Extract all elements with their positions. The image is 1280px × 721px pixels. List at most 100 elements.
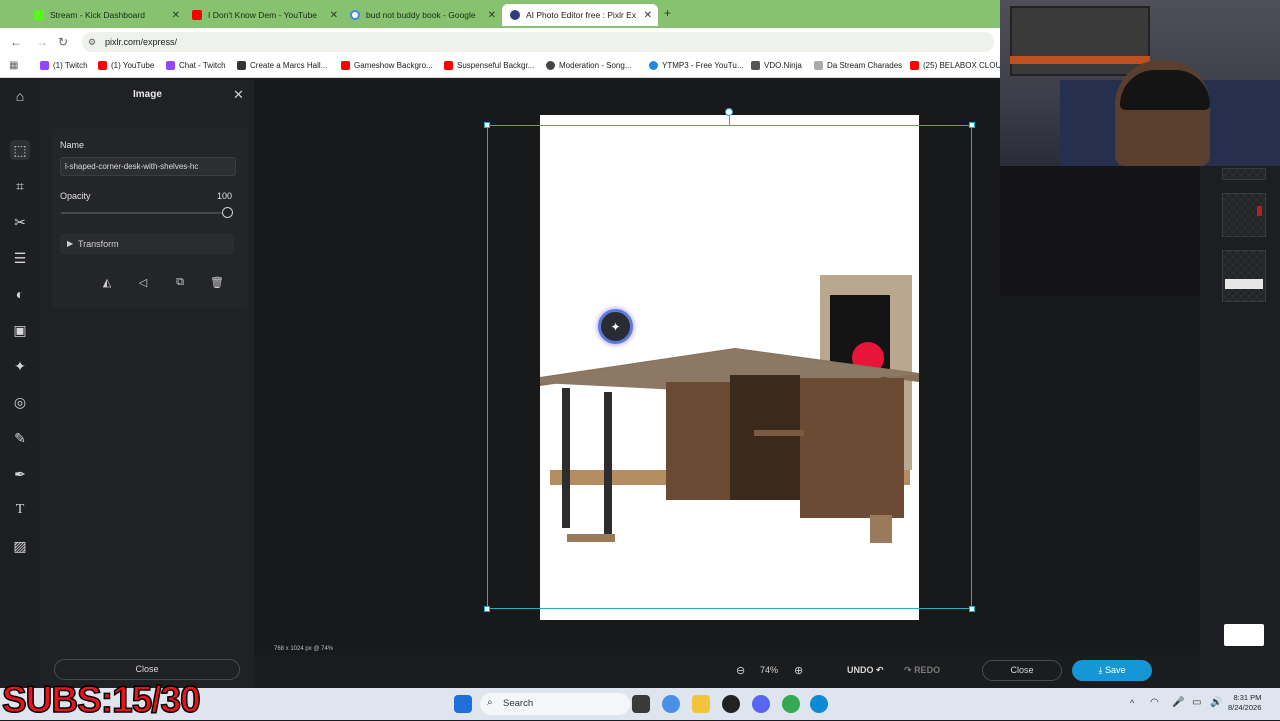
obs-icon[interactable] bbox=[722, 695, 740, 713]
ai-tool-icon[interactable]: ✦ bbox=[10, 356, 30, 376]
bookmark-vdo-ninja[interactable]: VDO.Ninja bbox=[751, 61, 802, 70]
zoom-in-icon[interactable]: ⊕ bbox=[794, 664, 803, 677]
close-icon[interactable]: ✕ bbox=[233, 87, 244, 103]
monitor-icon[interactable]: ▭ bbox=[1192, 697, 1201, 708]
bookmark-youtube[interactable]: (1) YouTube bbox=[98, 61, 154, 70]
tab-pixlr[interactable]: AI Photo Editor free : Pixlr Expr ✕ bbox=[502, 4, 658, 26]
adjust-tool-icon[interactable]: ☰ bbox=[10, 248, 30, 268]
redo-button[interactable]: ↷ REDO bbox=[904, 665, 940, 676]
selection-box[interactable] bbox=[487, 125, 972, 609]
bookmark-twitch[interactable]: (1) Twitch bbox=[40, 61, 88, 70]
background-layer-thumbnail[interactable] bbox=[1224, 624, 1264, 646]
layer-thumbnail[interactable] bbox=[1222, 168, 1266, 180]
overlay-shadow bbox=[1000, 166, 1200, 296]
bookmark-chat-twitch[interactable]: Chat - Twitch bbox=[166, 61, 226, 70]
search-icon: ⌕ bbox=[487, 697, 493, 708]
google-icon bbox=[350, 10, 360, 20]
start-icon[interactable] bbox=[454, 695, 472, 713]
undo-button[interactable]: UNDO ↶ bbox=[847, 665, 884, 676]
ai-sparkle-button[interactable]: ✦ bbox=[598, 309, 633, 344]
site-info-icon[interactable]: ⚙ bbox=[88, 37, 96, 48]
close-tab-icon[interactable]: ✕ bbox=[644, 10, 652, 21]
liquify-tool-icon[interactable]: ◎ bbox=[10, 392, 30, 412]
volume-icon[interactable]: 🔊 bbox=[1210, 697, 1222, 708]
layer-thumbnail[interactable] bbox=[1222, 250, 1266, 302]
youtube-icon bbox=[192, 10, 202, 20]
chrome-icon[interactable] bbox=[782, 695, 800, 713]
filter-tool-icon[interactable]: ◐ bbox=[10, 284, 30, 304]
resize-handle[interactable] bbox=[969, 606, 975, 612]
rotate-handle[interactable] bbox=[725, 108, 733, 116]
bookmark-icon bbox=[237, 61, 246, 70]
bookmark-marcs-hall[interactable]: Create a Marcs Hall... bbox=[237, 61, 327, 70]
apps-grid-icon[interactable]: ▦ bbox=[9, 60, 18, 71]
new-tab-button[interactable]: + bbox=[664, 6, 671, 20]
twitch-icon bbox=[40, 61, 49, 70]
discord-icon[interactable] bbox=[752, 695, 770, 713]
file-explorer-icon[interactable] bbox=[692, 695, 710, 713]
transform-section[interactable]: Transform bbox=[60, 234, 234, 254]
close-tab-icon[interactable]: ✕ bbox=[172, 10, 180, 21]
home-icon[interactable]: ⌂ bbox=[10, 86, 30, 106]
resize-handle[interactable] bbox=[484, 122, 490, 128]
bookmark-suspenseful[interactable]: Suspenseful Backgr... bbox=[444, 61, 534, 70]
crop-tool-icon[interactable]: ⌗ bbox=[10, 176, 30, 196]
flip-horizontal-icon[interactable]: ◭ bbox=[97, 272, 117, 292]
arrange-tool-icon[interactable]: ⬚ bbox=[10, 140, 30, 160]
task-view-icon[interactable] bbox=[632, 695, 650, 713]
edge-icon[interactable] bbox=[810, 695, 828, 713]
save-button[interactable]: ⤓ Save bbox=[1072, 660, 1152, 681]
tab-youtube[interactable]: I Don't Know Dem - YouTube ✕ bbox=[184, 4, 344, 26]
panel-close-button[interactable]: Close bbox=[54, 659, 240, 680]
reload-icon[interactable]: ↻ bbox=[58, 35, 68, 49]
youtube-icon bbox=[910, 61, 919, 70]
ytmp3-icon bbox=[649, 61, 658, 70]
system-clock[interactable]: 8:31 PM 8/24/2026 bbox=[1228, 693, 1261, 713]
tab-kick-dashboard[interactable]: Stream - Kick Dashboard ✕ bbox=[26, 4, 186, 26]
tool-rail bbox=[0, 80, 40, 688]
layer-thumbnail[interactable] bbox=[1222, 193, 1266, 237]
tray-chevron-icon[interactable]: ^ bbox=[1130, 698, 1134, 708]
flip-vertical-icon[interactable]: ◁ bbox=[133, 272, 153, 292]
delete-icon[interactable]: 🗑 bbox=[207, 272, 227, 292]
opacity-slider[interactable] bbox=[61, 212, 229, 214]
copilot-icon[interactable] bbox=[662, 695, 680, 713]
text-tool-icon[interactable]: T bbox=[10, 500, 30, 520]
kick-icon bbox=[34, 10, 44, 20]
wifi-icon[interactable]: ◠ bbox=[1150, 697, 1159, 708]
opacity-slider-handle[interactable] bbox=[222, 207, 233, 218]
bookmark-belabox[interactable]: (25) BELABOX CLOU... bbox=[910, 61, 1008, 70]
mic-icon[interactable]: 🎤 bbox=[1172, 697, 1184, 708]
draw-tool-icon[interactable]: ✒ bbox=[10, 464, 30, 484]
bookmark-ytmp3[interactable]: YTMP3 - Free YouTu... bbox=[649, 61, 744, 70]
subs-counter-overlay: SUBS:15/30 bbox=[1, 678, 201, 721]
bookmark-icon bbox=[814, 61, 823, 70]
close-button[interactable]: Close bbox=[982, 660, 1062, 681]
bookmark-charades[interactable]: Da Stream Charades bbox=[814, 61, 902, 70]
webcam-overlay bbox=[1000, 0, 1280, 166]
cutout-tool-icon[interactable]: ✂ bbox=[10, 212, 30, 232]
panel-title: Image bbox=[133, 89, 162, 100]
bookmark-moderation[interactable]: Moderation - Song... bbox=[546, 61, 631, 70]
tab-google[interactable]: bud not buddy book - Google ✕ bbox=[342, 4, 502, 26]
resize-handle[interactable] bbox=[969, 122, 975, 128]
name-label: Name bbox=[60, 140, 85, 150]
pattern-tool-icon[interactable]: ▨ bbox=[10, 536, 30, 556]
name-field[interactable]: l-shaped-corner-desk-with-shelves-hc bbox=[60, 157, 236, 176]
zoom-out-icon[interactable]: ⊖ bbox=[736, 664, 745, 677]
url-text[interactable]: pixlr.com/express/ bbox=[105, 37, 177, 47]
zoom-level[interactable]: 74% bbox=[760, 665, 778, 675]
ninja-icon bbox=[751, 61, 760, 70]
close-tab-icon[interactable]: ✕ bbox=[488, 10, 496, 21]
forward-icon[interactable]: → bbox=[36, 35, 48, 49]
heal-tool-icon[interactable]: ✎ bbox=[10, 428, 30, 448]
back-icon[interactable]: ← bbox=[10, 35, 22, 49]
resize-handle[interactable] bbox=[484, 606, 490, 612]
duplicate-icon[interactable]: ⧉ bbox=[170, 272, 190, 292]
address-bar[interactable] bbox=[82, 32, 994, 52]
download-icon: ⤓ bbox=[1098, 665, 1103, 675]
effect-tool-icon[interactable]: ▣ bbox=[10, 320, 30, 340]
close-tab-icon[interactable]: ✕ bbox=[330, 10, 338, 21]
youtube-icon bbox=[444, 61, 453, 70]
bookmark-gameshow[interactable]: Gameshow Backgro... bbox=[341, 61, 433, 70]
